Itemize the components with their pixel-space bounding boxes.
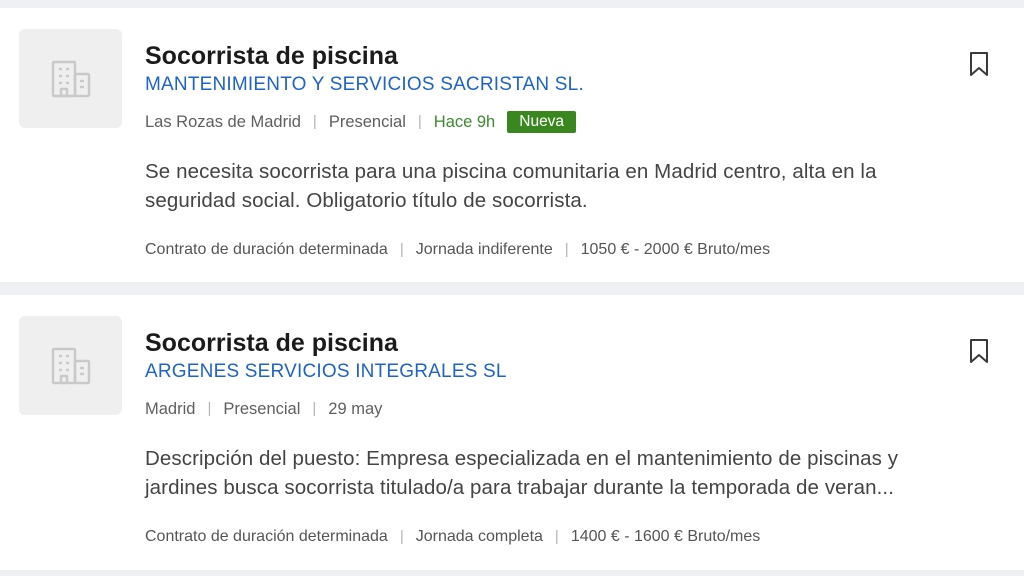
company-name-link[interactable]: ARGENES SERVICIOS INTEGRALES SL	[145, 359, 994, 385]
contract-type: Contrato de duración determinada	[145, 241, 388, 258]
job-modality: Presencial	[223, 400, 301, 418]
job-modality: Presencial	[328, 113, 406, 131]
company-logo-placeholder	[19, 316, 122, 415]
company-name-link[interactable]: MANTENIMIENTO Y SERVICIOS SACRISTAN SL.	[145, 72, 994, 98]
company-logo-placeholder	[19, 29, 122, 128]
description-line: Descripción del puesto: Empresa especial…	[145, 447, 899, 470]
job-terms: Contrato de duración determinada | Jorna…	[145, 526, 994, 548]
job-details: Socorrista de piscina ARGENES SERVICIOS …	[145, 328, 994, 548]
work-schedule: Jornada completa	[415, 528, 543, 545]
job-title[interactable]: Socorrista de piscina	[145, 41, 994, 71]
separator: |	[564, 241, 569, 258]
job-details: Socorrista de piscina MANTENIMIENTO Y SE…	[145, 41, 994, 261]
job-title[interactable]: Socorrista de piscina	[145, 328, 994, 358]
new-badge: Nueva	[507, 111, 577, 133]
description-line: jardines busca socorrista titulado/a par…	[145, 476, 895, 499]
posted-date: 29 may	[328, 400, 383, 418]
separator: |	[399, 241, 404, 258]
separator: |	[312, 400, 317, 417]
posted-time: Hace 9h	[433, 113, 496, 131]
salary-range: 1400 € - 1600 € Bruto/mes	[570, 528, 761, 545]
salary-range: 1050 € - 2000 € Bruto/mes	[580, 241, 771, 258]
job-location: Madrid	[145, 400, 196, 418]
job-list: Socorrista de piscina MANTENIMIENTO Y SE…	[0, 0, 1024, 576]
contract-type: Contrato de duración determinada	[145, 528, 388, 545]
work-schedule: Jornada indiferente	[415, 241, 553, 258]
job-terms: Contrato de duración determinada | Jorna…	[145, 239, 994, 261]
separator: |	[207, 400, 212, 417]
description-line: seguridad social. Obligatorio título de …	[145, 189, 588, 212]
job-meta: Madrid | Presencial | 29 may	[145, 398, 994, 420]
job-description: Se necesita socorrista para una piscina …	[145, 157, 994, 215]
separator: |	[399, 528, 404, 545]
description-line: Se necesita socorrista para una piscina …	[145, 160, 877, 183]
separator: |	[312, 113, 317, 130]
job-location: Las Rozas de Madrid	[145, 113, 301, 131]
job-card[interactable]: Socorrista de piscina MANTENIMIENTO Y SE…	[0, 8, 1024, 282]
building-icon	[51, 347, 90, 384]
job-card[interactable]: Socorrista de piscina ARGENES SERVICIOS …	[0, 295, 1024, 570]
building-icon	[51, 60, 90, 97]
separator: |	[417, 113, 422, 130]
separator: |	[554, 528, 559, 545]
job-meta: Las Rozas de Madrid | Presencial | Hace …	[145, 111, 994, 133]
job-description: Descripción del puesto: Empresa especial…	[145, 444, 994, 502]
